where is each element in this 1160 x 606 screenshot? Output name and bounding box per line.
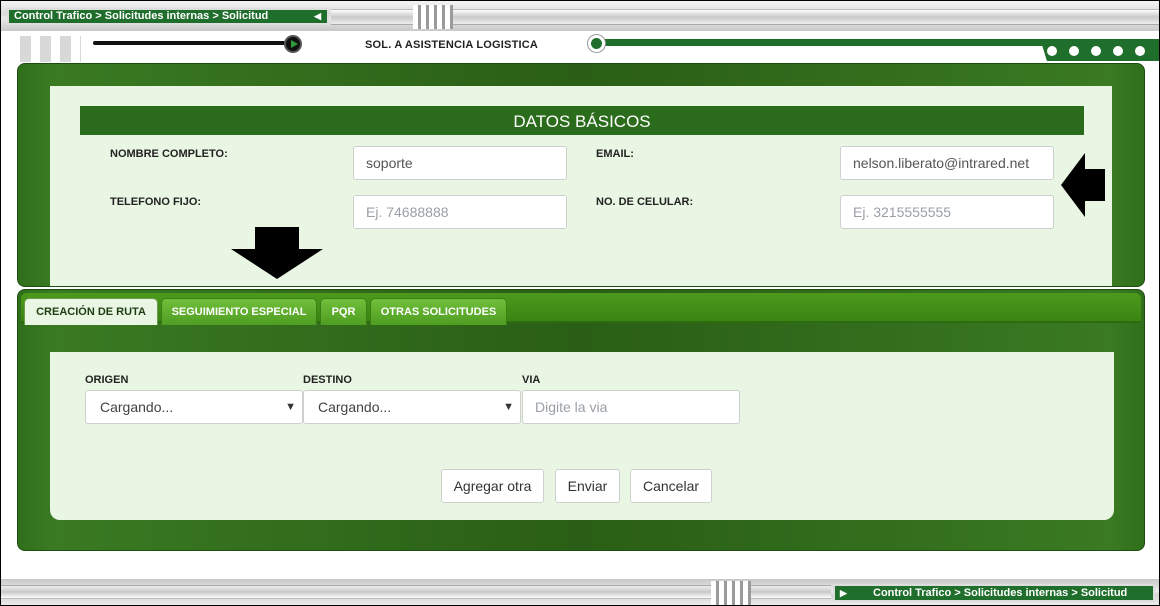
top-rail: [331, 9, 1159, 25]
email-field[interactable]: nelson.liberato@intrared.net: [840, 146, 1054, 180]
dot-icon: [1091, 46, 1101, 56]
requests-panel: CREACIÓN DE RUTA SEGUIMIENTO ESPECIAL PQ…: [17, 289, 1145, 551]
rail-knob: [588, 35, 605, 52]
email-label: EMAIL:: [596, 148, 634, 160]
collapse-left-icon[interactable]: ◀: [314, 10, 321, 23]
bottom-grip: [711, 581, 751, 605]
destination-select[interactable]: Cargando... ▼: [303, 390, 521, 424]
progress-track: [93, 41, 293, 45]
arrow-down-icon: [231, 227, 323, 279]
bottom-chrome-bar: ▶ Control Trafico > Solicitudes internas…: [1, 579, 1159, 605]
tab-route-creation[interactable]: CREACIÓN DE RUTA: [24, 298, 158, 325]
play-icon[interactable]: [284, 35, 302, 53]
breadcrumb-bottom[interactable]: ▶ Control Trafico > Solicitudes internas…: [833, 584, 1155, 602]
origin-label: ORIGEN: [85, 374, 129, 386]
tab-other-requests[interactable]: OTRAS SOLICITUDES: [370, 298, 507, 325]
mobile-label: NO. DE CELULAR:: [596, 196, 694, 208]
arrow-left-icon: [1061, 153, 1105, 217]
basics-content: DATOS BÁSICOS NOMBRE COMPLETO: soporte E…: [50, 86, 1112, 286]
top-grip: [413, 5, 453, 29]
dots-indicator: [1041, 41, 1159, 61]
name-field[interactable]: soporte: [353, 146, 567, 180]
dot-icon: [1047, 46, 1057, 56]
dot-icon: [1113, 46, 1123, 56]
cancel-button[interactable]: Cancelar: [630, 469, 712, 503]
breadcrumb-text: Control Trafico > Solicitudes internas >…: [14, 10, 269, 22]
add-another-button[interactable]: Agregar otra: [441, 469, 544, 503]
origin-select[interactable]: Cargando... ▼: [85, 390, 303, 424]
chevron-down-icon: ▼: [503, 401, 514, 413]
destination-label: DESTINO: [303, 374, 352, 386]
via-label: VIA: [522, 374, 541, 386]
destination-value: Cargando...: [318, 399, 392, 415]
breadcrumb-text: Control Trafico > Solicitudes internas >…: [873, 587, 1128, 599]
via-input[interactable]: Digite la via: [522, 390, 740, 424]
bottom-rail: [1, 585, 831, 599]
name-label: NOMBRE COMPLETO:: [110, 148, 228, 160]
chevron-down-icon: ▼: [285, 401, 296, 413]
phone-label: TELEFONO FIJO:: [110, 196, 202, 208]
phone-field[interactable]: Ej. 74688888: [353, 195, 567, 229]
page-title: SOL. A ASISTENCIA LOGISTICA: [365, 39, 539, 51]
tab-bar: CREACIÓN DE RUTA SEGUIMIENTO ESPECIAL PQ…: [21, 293, 1141, 325]
route-form: ORIGEN Cargando... ▼ DESTINO Cargando...…: [50, 352, 1114, 520]
app-window: Control Trafico > Solicitudes internas >…: [0, 0, 1160, 606]
title-row: SOL. A ASISTENCIA LOGISTICA: [1, 31, 1159, 62]
mobile-field[interactable]: Ej. 3215555555: [840, 195, 1054, 229]
expand-right-icon[interactable]: ▶: [840, 586, 847, 600]
basics-panel: DATOS BÁSICOS NOMBRE COMPLETO: soporte E…: [17, 63, 1145, 287]
dot-icon: [1135, 46, 1145, 56]
tab-pqr[interactable]: PQR: [320, 298, 367, 325]
basics-header: DATOS BÁSICOS: [80, 106, 1084, 135]
origin-value: Cargando...: [100, 399, 174, 415]
breadcrumb-top[interactable]: Control Trafico > Solicitudes internas >…: [7, 8, 329, 25]
dot-icon: [1069, 46, 1079, 56]
decor-stripes: [11, 36, 81, 62]
send-button[interactable]: Enviar: [555, 469, 620, 503]
top-chrome-bar: Control Trafico > Solicitudes internas >…: [1, 1, 1159, 31]
tab-special-tracking[interactable]: SEGUIMIENTO ESPECIAL: [161, 298, 317, 325]
